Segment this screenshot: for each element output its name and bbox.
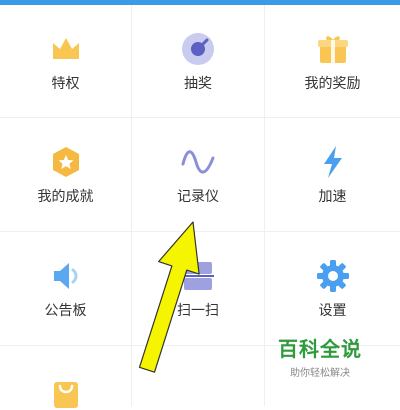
grid-item-label: 设置 xyxy=(318,302,347,318)
grid-item-speed-up[interactable]: 加速 xyxy=(265,118,400,232)
bag-icon xyxy=(53,382,78,408)
watermark-title: 百科全说 xyxy=(278,339,362,361)
grid-item-lottery[interactable]: 抽奖 xyxy=(132,5,265,118)
scan-icon xyxy=(182,262,214,290)
watermark-subtitle: 助你轻松解决 xyxy=(290,368,350,379)
lottery-icon xyxy=(182,33,214,65)
grid-item-privilege[interactable]: 特权 xyxy=(0,5,132,118)
crown-icon xyxy=(52,38,79,59)
wave-icon xyxy=(181,150,215,174)
grid-item-label: 我的成就 xyxy=(37,188,94,204)
grid-item-label: 我的奖励 xyxy=(304,75,361,91)
grid-item-my-rewards[interactable]: 我的奖励 xyxy=(265,5,400,118)
speaker-icon xyxy=(53,263,77,289)
grid-item-recorder[interactable]: 记录仪 xyxy=(132,118,265,232)
achievement-icon xyxy=(52,147,79,177)
grid-item-settings[interactable]: 设置 xyxy=(265,232,400,346)
watermark: 百科全说 助你轻松解决 xyxy=(278,333,362,379)
grid-item-label: 扫一扫 xyxy=(177,302,219,318)
grid-item-label: 公告板 xyxy=(44,302,87,318)
grid-item-empty xyxy=(132,346,265,406)
grid-item-my-achievements[interactable]: 我的成就 xyxy=(0,118,132,232)
grid-item-label: 加速 xyxy=(318,188,347,204)
grid-item-scan[interactable]: 扫一扫 xyxy=(132,232,265,346)
grid-item-bag[interactable] xyxy=(0,346,132,408)
grid-item-label: 抽奖 xyxy=(184,75,212,91)
grid-item-bulletin-board[interactable]: 公告板 xyxy=(0,232,132,346)
gear-icon xyxy=(316,260,349,292)
grid-item-label: 记录仪 xyxy=(177,188,219,204)
lightning-icon xyxy=(323,146,342,178)
gift-icon xyxy=(317,36,348,63)
grid-item-label: 特权 xyxy=(51,75,80,91)
